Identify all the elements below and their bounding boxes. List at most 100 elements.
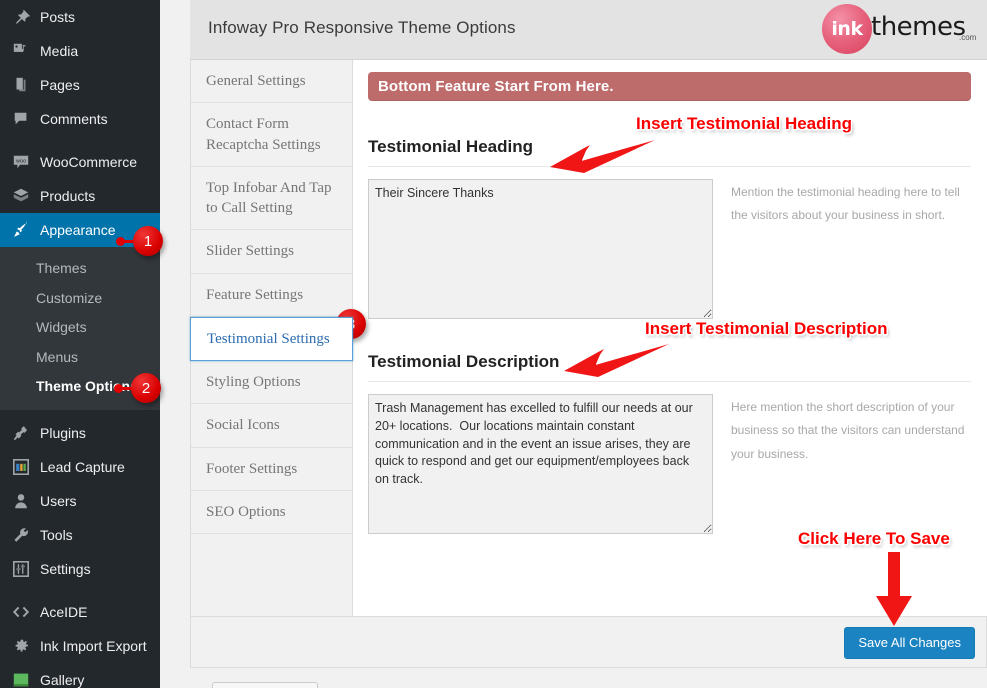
tab-label: Top Infobar And Tap to Call Setting [206, 179, 332, 216]
media-icon [11, 41, 31, 61]
tab-label: Slider Settings [206, 243, 294, 260]
sidebar-label: Media [40, 43, 79, 59]
settings-tab-list: General Settings Contact Form Recaptcha … [190, 60, 353, 664]
sidebar-label: AceIDE [40, 603, 88, 620]
pages-icon [11, 75, 31, 95]
sidebar-item-media[interactable]: Media [0, 34, 160, 68]
tab-contact-form-recaptcha-settings[interactable]: Contact Form Recaptcha Settings [191, 103, 352, 167]
sidebar-item-pages[interactable]: Pages [0, 68, 160, 102]
sidebar-item-comments[interactable]: Comments [0, 102, 160, 136]
testimonial-description-label: Testimonial Description [368, 352, 971, 382]
sidebar-label: Comments [40, 111, 108, 127]
screen: Posts Media Pages Comments woo WooCommer… [0, 0, 987, 688]
tab-label: Feature Settings [206, 286, 304, 303]
testimonial-heading-helper-text: Mention the testimonial heading here to … [731, 185, 960, 223]
sidebar-separator [0, 136, 160, 145]
submenu-label: Widgets [36, 319, 87, 336]
sidebar-item-plugins[interactable]: Plugins [0, 416, 160, 450]
sidebar-label: Ink Import Export [40, 637, 147, 654]
appearance-submenu: Themes Customize Widgets Menus Theme Opt… [0, 247, 160, 410]
tab-seo-options[interactable]: SEO Options [191, 490, 352, 534]
logo-word-text: themes [871, 12, 966, 42]
submenu-item-customize[interactable]: Customize [0, 284, 160, 314]
products-icon [11, 186, 31, 206]
sidebar-label: Appearance [40, 222, 116, 238]
gear-icon [11, 636, 31, 656]
tab-top-infobar-and-tap-to-call-setting[interactable]: Top Infobar And Tap to Call Setting [191, 166, 352, 231]
save-bar: Save All Changes [190, 616, 987, 668]
tab-label: Contact Form Recaptcha Settings [206, 116, 321, 153]
tools-wrench-icon [11, 525, 31, 545]
submenu-label: Customize [36, 289, 103, 306]
sidebar-item-settings[interactable]: Settings [0, 552, 160, 586]
sidebar-label: Lead Capture [40, 458, 125, 475]
main-content: Infoway Pro Responsive Theme Options ink… [160, 0, 987, 688]
sidebar-label: Products [40, 188, 96, 204]
submenu-item-widgets[interactable]: Widgets [0, 313, 160, 343]
tab-general-settings[interactable]: General Settings [191, 60, 352, 104]
appearance-brush-icon [11, 220, 31, 240]
testimonial-heading-label: Testimonial Heading [368, 137, 971, 167]
pin-icon [11, 7, 31, 27]
sidebar-item-woocommerce[interactable]: woo WooCommerce [0, 145, 160, 179]
testimonial-heading-field-wrap [368, 179, 713, 324]
testimonial-description-field-wrap [368, 394, 713, 539]
save-all-changes-button[interactable]: Save All Changes [844, 627, 975, 659]
plugins-plug-icon [11, 423, 31, 443]
submenu-item-themes[interactable]: Themes [0, 254, 160, 284]
tab-label: Footer Settings [206, 460, 298, 477]
reset-bar: Reset Options [190, 668, 987, 688]
settings-sliders-icon [11, 559, 31, 579]
submenu-label: Theme Options [36, 378, 138, 395]
tab-footer-settings[interactable]: Footer Settings [191, 447, 352, 491]
testimonial-settings-pane: Bottom Feature Start From Here. Testimon… [354, 60, 987, 616]
testimonial-description-row: Here mention the short description of yo… [368, 394, 971, 539]
sidebar-item-lead-capture[interactable]: Lead Capture [0, 450, 160, 484]
reset-options-button[interactable]: Reset Options [212, 682, 319, 688]
testimonial-description-input[interactable] [368, 394, 713, 534]
tab-testimonial-settings[interactable]: Testimonial Settings [190, 316, 353, 361]
sidebar-item-posts[interactable]: Posts [0, 0, 160, 34]
sidebar-item-aceide[interactable]: AceIDE [0, 595, 160, 629]
logo-ink-text: ink [831, 18, 863, 40]
sidebar-label: Gallery [40, 671, 85, 688]
sidebar-item-gallery[interactable]: Gallery [0, 663, 160, 688]
options-body: General Settings Contact Form Recaptcha … [190, 60, 987, 664]
submenu-label: Themes [36, 260, 87, 276]
lead-capture-icon [11, 457, 31, 477]
tab-social-icons[interactable]: Social Icons [191, 404, 352, 448]
theme-options-page: Infoway Pro Responsive Theme Options ink… [190, 0, 987, 688]
sidebar-item-appearance[interactable]: Appearance [0, 213, 160, 247]
gallery-icon [11, 670, 31, 688]
tab-label: Styling Options [206, 374, 301, 390]
tab-label: Testimonial Settings [207, 330, 330, 347]
submenu-label: Menus [36, 348, 79, 365]
submenu-item-theme-options[interactable]: Theme Options [0, 372, 160, 402]
sidebar-label: Plugins [40, 424, 86, 441]
sidebar-item-tools[interactable]: Tools [0, 518, 160, 552]
page-title: Infoway Pro Responsive Theme Options [208, 18, 516, 37]
sidebar-item-products[interactable]: Products [0, 179, 160, 213]
tab-feature-settings[interactable]: Feature Settings [191, 273, 352, 317]
submenu-item-menus[interactable]: Menus [0, 343, 160, 373]
sidebar-item-ink-import-export[interactable]: Ink Import Export [0, 629, 160, 663]
sidebar-label: Tools [40, 526, 73, 543]
sidebar-label: Posts [40, 9, 76, 25]
testimonial-heading-input[interactable] [368, 179, 713, 319]
testimonial-description-helper-text: Here mention the short description of yo… [731, 400, 965, 461]
tab-label: SEO Options [206, 503, 286, 520]
inkthemes-logo: ink themes .com [814, 2, 977, 56]
logo-tld-text: .com [959, 33, 977, 42]
woocommerce-icon: woo [11, 152, 31, 172]
tab-label: General Settings [206, 73, 306, 89]
sidebar-label: Pages [40, 77, 80, 93]
sidebar-label: Users [40, 492, 77, 509]
sidebar-item-users[interactable]: Users [0, 484, 160, 518]
sidebar-label: WooCommerce [40, 154, 137, 170]
tab-slider-settings[interactable]: Slider Settings [191, 230, 352, 274]
sidebar-separator [0, 586, 160, 595]
tab-label: Social Icons [206, 417, 280, 434]
section-banner: Bottom Feature Start From Here. [368, 72, 971, 101]
tab-styling-options[interactable]: Styling Options [191, 361, 352, 405]
wp-admin-sidebar: Posts Media Pages Comments woo WooCommer… [0, 0, 160, 688]
